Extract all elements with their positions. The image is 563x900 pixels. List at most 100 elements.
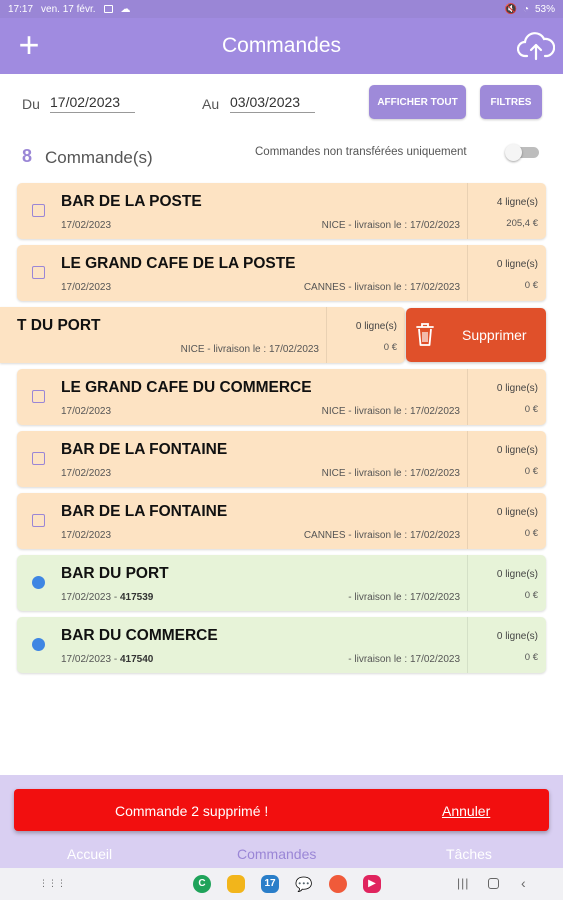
- card-divider: [467, 493, 468, 549]
- contacts-app-icon[interactable]: [329, 875, 347, 893]
- nav-orders[interactable]: Commandes: [237, 846, 316, 862]
- order-lines: 0 ligne(s): [496, 507, 538, 518]
- card-divider: [326, 307, 327, 363]
- wifi-icon: ◔: [522, 3, 529, 15]
- to-label: Au: [202, 96, 220, 112]
- order-card[interactable]: BAR DU PORT 17/02/2023 - 417539 - livrai…: [17, 555, 546, 611]
- order-date: 17/02/2023: [61, 220, 112, 231]
- messages-app-icon[interactable]: 💬: [295, 875, 313, 893]
- order-amount: 0 €: [524, 652, 538, 663]
- phone-app-icon[interactable]: C: [193, 875, 211, 893]
- cloud-upload-icon[interactable]: [517, 30, 555, 62]
- order-card[interactable]: LE GRAND CAFE DU COMMERCE 17/02/2023 NIC…: [17, 369, 546, 425]
- back-icon[interactable]: ‹: [521, 875, 526, 891]
- card-divider: [467, 369, 468, 425]
- order-count: 8: [22, 146, 33, 166]
- order-lines: 0 ligne(s): [496, 259, 538, 270]
- order-delivery: CANNES - livraison le : 17/02/2023: [303, 282, 460, 293]
- order-amount: 205,4 €: [506, 218, 538, 229]
- nav-home[interactable]: Accueil: [67, 846, 112, 862]
- transferred-dot: [32, 638, 45, 651]
- date-filter: Du 17/02/2023 Au 03/03/2023 AFFICHER TOU…: [0, 84, 563, 124]
- battery-level: 53%: [534, 3, 555, 15]
- order-count-label: Commande(s): [45, 148, 153, 167]
- app-grid-icon[interactable]: ⋮⋮⋮: [39, 878, 66, 890]
- app-bar: + Commandes: [0, 18, 563, 74]
- filters-button[interactable]: FILTRES: [480, 85, 542, 119]
- order-lines: 0 ligne(s): [496, 383, 538, 394]
- home-icon[interactable]: [488, 878, 499, 889]
- order-customer: T DU PORT: [17, 317, 101, 334]
- order-delivery: NICE - livraison le : 17/02/2023: [321, 220, 460, 231]
- order-customer: BAR DU COMMERCE: [61, 627, 218, 644]
- order-card[interactable]: BAR DE LA FONTAINE 17/02/2023 CANNES - l…: [17, 493, 546, 549]
- order-checkbox[interactable]: [32, 204, 45, 217]
- order-date: 17/02/2023: [61, 530, 112, 541]
- order-customer: LE GRAND CAFE DE LA POSTE: [61, 255, 296, 272]
- status-date: ven. 17 févr.: [41, 3, 96, 15]
- order-customer: BAR DE LA FONTAINE: [61, 441, 228, 458]
- order-card[interactable]: BAR DU COMMERCE 17/02/2023 - 417540 - li…: [17, 617, 546, 673]
- folder-app-icon[interactable]: [227, 875, 245, 893]
- order-checkbox[interactable]: [32, 390, 45, 403]
- order-amount: 0 €: [524, 528, 538, 539]
- summary-row: 8 Commande(s) Commandes non transférées …: [0, 140, 563, 174]
- order-lines: 4 ligne(s): [496, 197, 538, 208]
- order-customer: BAR DE LA FONTAINE: [61, 503, 228, 520]
- order-delivery: NICE - livraison le : 17/02/2023: [321, 406, 460, 417]
- order-delivery: - livraison le : 17/02/2023: [348, 592, 460, 603]
- order-date: 17/02/2023: [61, 406, 112, 417]
- from-label: Du: [22, 96, 40, 112]
- recent-apps-icon[interactable]: |||: [457, 876, 469, 890]
- mute-icon: 🔇: [504, 3, 517, 15]
- to-date-field[interactable]: 03/03/2023: [230, 94, 315, 113]
- order-number: 417539: [119, 592, 154, 603]
- show-all-button[interactable]: AFFICHER TOUT: [369, 85, 466, 119]
- trash-icon: [416, 323, 434, 346]
- page-title: Commandes: [221, 34, 342, 57]
- media-app-icon[interactable]: ▶: [363, 875, 381, 893]
- delete-button[interactable]: Supprimer: [406, 308, 546, 362]
- order-delivery: CANNES - livraison le : 17/02/2023: [303, 530, 460, 541]
- nav-tasks[interactable]: Tâches: [446, 846, 492, 862]
- order-lines: 0 ligne(s): [496, 631, 538, 642]
- order-date: 17/02/2023: [61, 282, 112, 293]
- order-card[interactable]: BAR DE LA POSTE 17/02/2023 NICE - livrai…: [17, 183, 546, 239]
- order-checkbox[interactable]: [32, 452, 45, 465]
- order-checkbox[interactable]: [32, 266, 45, 279]
- undo-button[interactable]: Annuler: [442, 803, 490, 819]
- order-card[interactable]: LE GRAND CAFE DE LA POSTE 17/02/2023 CAN…: [17, 245, 546, 301]
- order-card-swiped[interactable]: T DU PORT NICE - livraison le : 17/02/20…: [0, 307, 405, 363]
- status-bar: 17:17 ven. 17 févr. ☁ 🔇 ◔ 53%: [0, 0, 563, 18]
- order-amount: 0 €: [524, 404, 538, 415]
- gallery-icon: [103, 5, 113, 13]
- system-nav-bar: ⋮⋮⋮ C 17 💬 ▶ ||| ‹: [0, 868, 563, 900]
- order-lines: 0 ligne(s): [355, 321, 397, 332]
- card-divider: [467, 555, 468, 611]
- order-card[interactable]: BAR DE LA FONTAINE 17/02/2023 NICE - liv…: [17, 431, 546, 487]
- status-time: 17:17: [8, 3, 34, 15]
- order-delivery: NICE - livraison le : 17/02/2023: [321, 468, 460, 479]
- plus-icon[interactable]: +: [14, 27, 44, 64]
- order-amount: 0 €: [524, 590, 538, 601]
- order-checkbox[interactable]: [32, 514, 45, 527]
- untransferred-only-toggle[interactable]: [505, 144, 539, 161]
- delete-label: Supprimer: [462, 327, 527, 343]
- order-lines: 0 ligne(s): [496, 445, 538, 456]
- snackbar-message: Commande 2 supprimé !: [115, 803, 269, 819]
- order-delivery: NICE - livraison le : 17/02/2023: [180, 344, 319, 355]
- order-customer: BAR DE LA POSTE: [61, 193, 202, 210]
- order-number: 417540: [119, 654, 154, 665]
- order-customer: BAR DU PORT: [61, 565, 169, 582]
- calendar-app-icon[interactable]: 17: [261, 875, 279, 893]
- card-divider: [467, 431, 468, 487]
- from-date-field[interactable]: 17/02/2023: [50, 94, 135, 113]
- transferred-dot: [32, 576, 45, 589]
- order-customer: LE GRAND CAFE DU COMMERCE: [61, 379, 312, 396]
- card-divider: [467, 183, 468, 239]
- order-date: 17/02/2023 - 417540: [61, 654, 154, 665]
- order-amount: 0 €: [524, 280, 538, 291]
- order-amount: 0 €: [383, 342, 397, 353]
- order-date: 17/02/2023 - 417539: [61, 592, 154, 603]
- card-divider: [467, 245, 468, 301]
